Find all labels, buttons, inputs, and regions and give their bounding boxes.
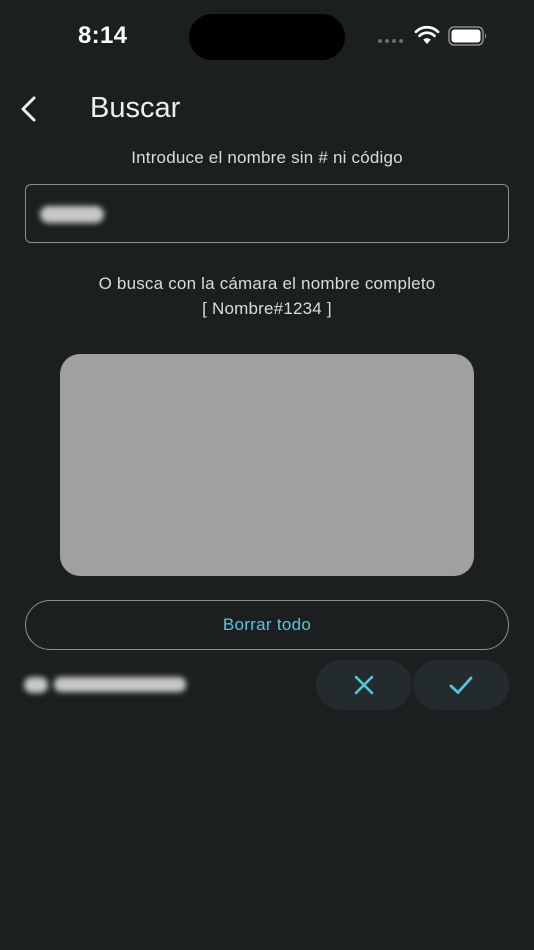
obscured-avatar (24, 677, 48, 693)
back-chevron-icon[interactable] (16, 94, 44, 124)
cellular-signal-icon (378, 39, 403, 43)
search-instruction: Introduce el nombre sin # ni código (131, 148, 403, 167)
obscured-result-text (54, 677, 186, 692)
search-screen: 8:14 Buscar Introduce el nombre sin # ni… (0, 0, 534, 950)
camera-preview[interactable] (60, 354, 474, 576)
confirm-button[interactable] (413, 660, 509, 710)
dynamic-island (189, 14, 345, 60)
camera-hint-line1: O busca con la cámara el nombre completo (98, 274, 436, 293)
cancel-button[interactable] (316, 660, 412, 710)
close-icon (354, 675, 374, 695)
result-name-obscured[interactable] (22, 674, 188, 696)
obscured-input-value (40, 206, 104, 223)
wifi-icon (414, 25, 440, 44)
camera-hint: O busca con la cámara el nombre completo… (0, 271, 534, 321)
status-time: 8:14 (78, 22, 128, 49)
name-search-input[interactable] (25, 184, 509, 243)
clear-all-button[interactable]: Borrar todo (25, 600, 509, 650)
page-title: Buscar (90, 92, 181, 124)
battery-icon (448, 26, 487, 46)
check-icon (449, 676, 473, 694)
camera-hint-line2: [ Nombre#1234 ] (202, 299, 332, 318)
